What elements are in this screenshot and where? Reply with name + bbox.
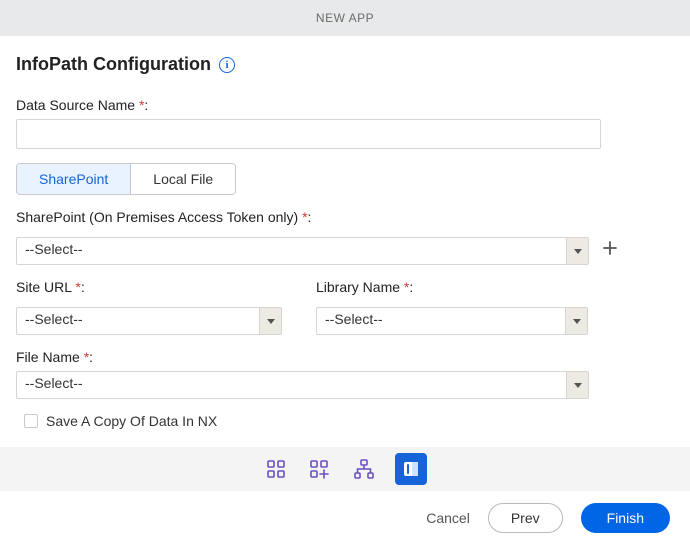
finish-button[interactable]: Finish — [581, 503, 670, 533]
save-copy-row: Save A Copy Of Data In NX — [24, 413, 674, 429]
site-url-label: Site URL *: — [16, 279, 282, 295]
cancel-button[interactable]: Cancel — [426, 510, 470, 526]
chevron-down-icon — [573, 319, 581, 324]
add-sharepoint-button[interactable] — [599, 237, 621, 259]
page-title-text: InfoPath Configuration — [16, 54, 211, 75]
library-name-select-toggle[interactable] — [566, 307, 588, 335]
step-apps-icon[interactable] — [263, 456, 289, 482]
footer: Cancel Prev Finish — [0, 447, 690, 545]
sharepoint-field: SharePoint (On Premises Access Token onl… — [16, 209, 674, 265]
step-infopath-icon[interactable] — [395, 453, 427, 485]
sharepoint-select-toggle[interactable] — [567, 237, 589, 265]
tab-sharepoint[interactable]: SharePoint — [17, 164, 130, 194]
site-url-select-toggle[interactable] — [260, 307, 282, 335]
sharepoint-label: SharePoint (On Premises Access Token onl… — [16, 209, 674, 225]
info-icon[interactable]: i — [219, 57, 235, 73]
page-title: InfoPath Configuration i — [16, 54, 674, 75]
chevron-down-icon — [574, 249, 582, 254]
source-type-tabs: SharePoint Local File — [16, 163, 236, 195]
window-header: NEW APP — [0, 0, 690, 36]
chevron-down-icon — [267, 319, 275, 324]
wizard-steps — [0, 447, 690, 491]
tab-local-file[interactable]: Local File — [130, 164, 235, 194]
library-name-select[interactable]: --Select-- — [316, 307, 566, 335]
site-url-select[interactable]: --Select-- — [16, 307, 260, 335]
step-sitemap-icon[interactable] — [351, 456, 377, 482]
step-add-app-icon[interactable] — [307, 456, 333, 482]
main-content: InfoPath Configuration i Data Source Nam… — [0, 36, 690, 429]
library-name-label: Library Name *: — [316, 279, 588, 295]
window-title: NEW APP — [316, 11, 374, 25]
file-name-field: File Name *: --Select-- — [16, 349, 674, 399]
save-copy-label: Save A Copy Of Data In NX — [46, 413, 217, 429]
file-name-select-toggle[interactable] — [567, 371, 589, 399]
file-name-select[interactable]: --Select-- — [16, 371, 567, 399]
footer-buttons: Cancel Prev Finish — [0, 491, 690, 545]
file-name-label: File Name *: — [16, 349, 674, 365]
site-url-field: Site URL *: --Select-- — [16, 279, 282, 335]
prev-button[interactable]: Prev — [488, 503, 563, 533]
sharepoint-select[interactable]: --Select-- — [16, 237, 567, 265]
data-source-name-input[interactable] — [16, 119, 601, 149]
data-source-name-label: Data Source Name *: — [16, 97, 674, 113]
chevron-down-icon — [574, 383, 582, 388]
library-name-field: Library Name *: --Select-- — [316, 279, 588, 335]
save-copy-checkbox[interactable] — [24, 414, 38, 428]
